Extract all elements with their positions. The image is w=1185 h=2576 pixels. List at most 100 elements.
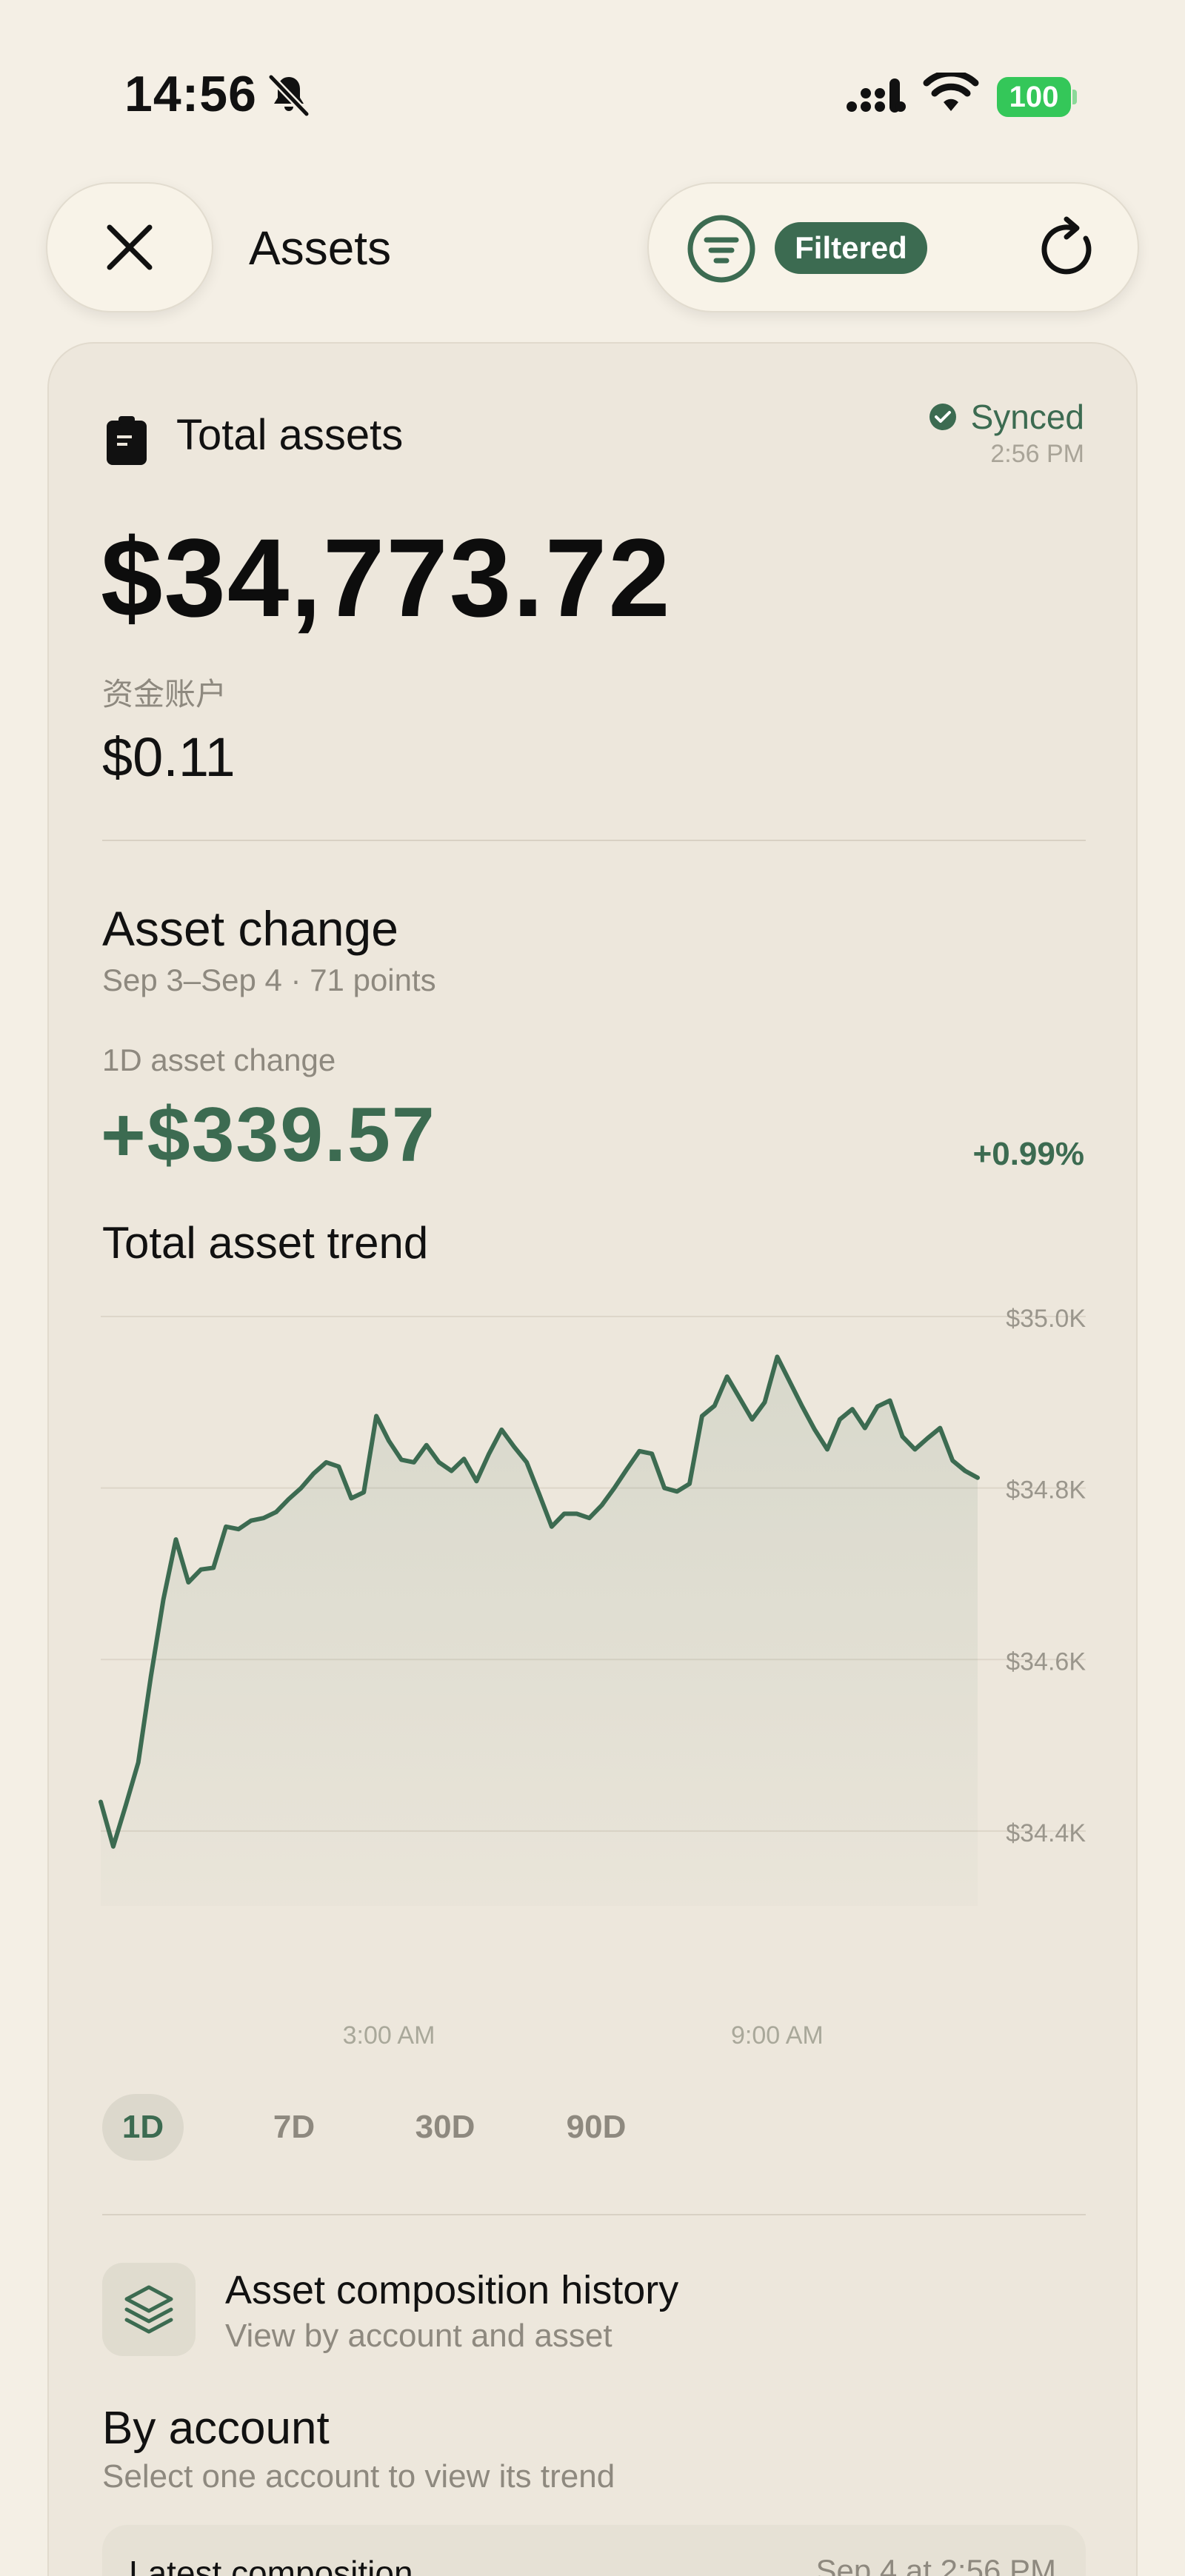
latest-composition-time: Sep 4 at 2:56 PM xyxy=(815,2553,1056,2576)
data-point xyxy=(925,1436,929,1440)
data-point xyxy=(963,1468,967,1473)
divider xyxy=(102,840,1086,841)
data-point xyxy=(149,1674,153,1679)
data-point xyxy=(424,1443,429,1448)
data-point xyxy=(975,1476,980,1480)
data-point xyxy=(637,1449,641,1453)
data-point xyxy=(863,1426,867,1431)
wifi-icon xyxy=(923,73,979,111)
asset-change-value: +$339.57 xyxy=(101,1092,436,1178)
by-account-subtitle: Select one account to view its trend xyxy=(102,2458,615,2495)
bell-slash-icon xyxy=(268,74,310,117)
total-assets-value: $34,773.72 xyxy=(101,515,672,640)
data-point xyxy=(662,1486,667,1491)
data-point xyxy=(624,1467,629,1471)
status-time: 14:56 xyxy=(124,66,257,122)
status-bar: 14:56 100 xyxy=(0,0,1185,148)
data-point xyxy=(675,1489,679,1493)
divider xyxy=(102,2214,1086,2215)
data-point xyxy=(901,1434,905,1439)
y-tick-label: $34.6K xyxy=(1006,1647,1086,1676)
y-tick-label: $35.0K xyxy=(1006,1305,1086,1333)
asset-change-label: 1D asset change xyxy=(102,1043,336,1077)
data-point xyxy=(487,1451,491,1456)
data-point xyxy=(775,1354,779,1359)
data-point xyxy=(875,1405,880,1409)
toolbar-pill: Filtered xyxy=(647,182,1139,312)
data-point xyxy=(562,1511,567,1516)
data-point xyxy=(587,1516,592,1520)
data-point xyxy=(787,1379,792,1384)
data-point xyxy=(287,1497,291,1502)
y-tick-label: $34.8K xyxy=(1006,1476,1086,1505)
sync-status: Synced xyxy=(928,397,1084,437)
x-tick-label: 9:00 AM xyxy=(731,2021,824,2050)
composition-history-button[interactable] xyxy=(102,2263,196,2356)
data-point xyxy=(950,1459,955,1463)
data-point xyxy=(938,1426,942,1431)
document-icon xyxy=(107,416,147,465)
trend-area xyxy=(101,1356,978,1906)
data-point xyxy=(687,1482,692,1486)
data-point xyxy=(224,1525,228,1529)
data-point xyxy=(825,1448,830,1452)
data-point xyxy=(838,1417,842,1422)
sync-time: 2:56 PM xyxy=(990,440,1084,468)
data-point xyxy=(700,1414,704,1418)
asset-change-title: Asset change xyxy=(102,901,398,956)
data-point xyxy=(236,1527,241,1531)
data-point xyxy=(173,1537,178,1542)
data-point xyxy=(136,1760,141,1764)
data-point xyxy=(324,1460,328,1465)
battery-level: 100 xyxy=(997,77,1071,117)
data-point xyxy=(198,1568,203,1572)
filter-icon[interactable] xyxy=(686,213,757,284)
asset-change-percent: +0.99% xyxy=(972,1136,1084,1172)
latest-composition-row[interactable]: Latest composition Sep 4 at 2:56 PM xyxy=(102,2525,1086,2576)
layers-icon xyxy=(124,2285,173,2334)
range-1d-button[interactable]: 1D xyxy=(102,2094,184,2161)
fund-account-label: 资金账户 xyxy=(102,676,227,712)
data-point xyxy=(274,1510,278,1514)
data-point xyxy=(361,1490,366,1494)
close-icon xyxy=(107,224,153,270)
data-point xyxy=(387,1439,391,1443)
battery-icon: 100 xyxy=(997,77,1077,117)
trend-line xyxy=(99,1354,980,1849)
data-point xyxy=(249,1519,253,1523)
data-point xyxy=(124,1803,128,1807)
by-account-title: By account xyxy=(102,2403,330,2454)
data-point xyxy=(725,1374,730,1379)
data-point xyxy=(550,1525,554,1529)
data-point xyxy=(336,1465,341,1469)
data-point xyxy=(349,1496,353,1501)
range-90d-button[interactable]: 90D xyxy=(555,2094,637,2161)
data-point xyxy=(888,1399,892,1403)
range-7d-button[interactable]: 7D xyxy=(253,2094,335,2161)
data-point xyxy=(524,1460,529,1465)
data-point xyxy=(650,1451,654,1456)
total-assets-label: Total assets xyxy=(176,411,404,459)
data-point xyxy=(600,1503,604,1508)
data-point xyxy=(738,1396,742,1400)
data-point xyxy=(312,1471,316,1476)
refresh-icon[interactable] xyxy=(1034,216,1101,283)
data-point xyxy=(261,1516,266,1520)
close-button[interactable] xyxy=(46,182,213,312)
composition-history-title[interactable]: Asset composition history xyxy=(225,2267,678,2313)
range-30d-button[interactable]: 30D xyxy=(404,2094,486,2161)
x-tick-label: 3:00 AM xyxy=(343,2021,435,2050)
sync-status-label: Synced xyxy=(970,398,1084,436)
data-point xyxy=(712,1403,717,1408)
data-point xyxy=(111,1844,116,1849)
asset-change-range: Sep 3–Sep 4 · 71 points xyxy=(102,963,436,997)
data-point xyxy=(850,1407,855,1411)
data-point xyxy=(437,1460,441,1465)
filtered-badge[interactable]: Filtered xyxy=(775,222,927,274)
data-point xyxy=(474,1479,478,1483)
page-title: Assets xyxy=(249,221,392,275)
data-point xyxy=(462,1456,467,1461)
data-point xyxy=(450,1468,454,1473)
data-point xyxy=(412,1460,416,1465)
data-point xyxy=(499,1428,504,1432)
